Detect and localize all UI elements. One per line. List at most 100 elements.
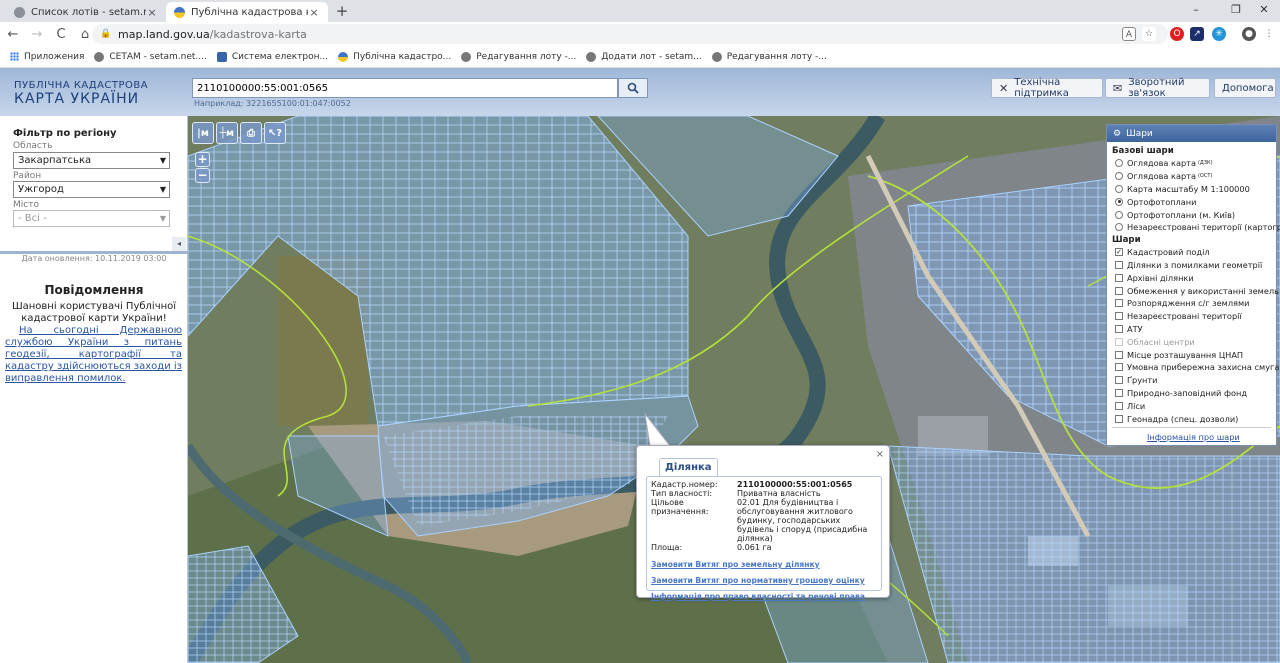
bookmark-apps[interactable]: Приложения	[10, 52, 84, 62]
tab-title: Публічна кадастрова карта Укр	[191, 6, 308, 18]
profile-avatar[interactable]: ●	[1242, 27, 1256, 41]
city-select[interactable]: - Всі - ▼	[13, 210, 170, 227]
checkbox[interactable]	[1115, 260, 1123, 269]
chart-extension-icon[interactable]: ↗	[1190, 27, 1204, 41]
bookmark-item[interactable]: Редагування лоту -...	[461, 51, 576, 62]
reload-button[interactable]: C	[50, 27, 72, 42]
overlay-layer-option[interactable]: Ділянки з помилками геометрії	[1115, 259, 1276, 272]
checkbox[interactable]	[1115, 286, 1123, 295]
base-layer-option[interactable]: Оглядова карта (ОСТ)	[1115, 170, 1276, 183]
close-icon[interactable]: ×	[308, 6, 320, 19]
field-value: 02.01 Для будівництва і обслуговування ж…	[737, 498, 868, 543]
minimize-button[interactable]: –	[1176, 0, 1216, 22]
overlay-layer-option[interactable]: Геонадра (спец. дозволи)	[1115, 412, 1276, 425]
gear-icon: ⚙	[1113, 128, 1122, 139]
identify-button[interactable]: ↖?	[264, 122, 286, 144]
checkbox[interactable]: ✓	[1115, 248, 1123, 257]
overlay-layer-option[interactable]: ✓ Кадастровий поділ	[1115, 246, 1276, 259]
logo-line2: КАРТА УКРАЇНИ	[14, 91, 140, 107]
site-logo[interactable]: ПУБЛІЧНА КАДАСТРОВА КАРТА УКРАЇНИ	[14, 80, 148, 107]
base-layer-option[interactable]: Карта масштабу М 1:100000	[1115, 183, 1276, 196]
overlay-layer-option[interactable]: Умовна прибережна захисна смуга	[1115, 361, 1279, 374]
checkbox[interactable]	[1115, 299, 1123, 308]
bookmark-item[interactable]: СЕТАМ - setam.net....	[94, 51, 207, 62]
overlay-layer-option[interactable]: Ґрунти	[1115, 374, 1276, 387]
radio-button[interactable]	[1115, 223, 1123, 232]
browser-tab-kadastr[interactable]: Публічна кадастрова карта Укр ×	[166, 2, 328, 22]
bookmark-item[interactable]: Публічна кадастро...	[338, 51, 451, 62]
overlay-layer-option[interactable]: Обмеження у використанні земель	[1115, 284, 1279, 297]
checkbox[interactable]	[1115, 312, 1123, 321]
radio-button[interactable]	[1115, 197, 1123, 206]
checkbox[interactable]	[1115, 350, 1123, 359]
close-icon[interactable]: ×	[876, 449, 884, 460]
layers-info-link[interactable]: Інформація про шари	[1147, 432, 1276, 442]
search-hint: Наприклад: 3221655100:01:047:0052	[194, 99, 351, 108]
base-layer-option[interactable]: Незареєстровані території (картограма)	[1115, 221, 1280, 234]
zoom-out-button[interactable]: −	[195, 168, 210, 183]
checkbox[interactable]	[1115, 388, 1123, 397]
extension-icon[interactable]: ✳	[1212, 27, 1226, 41]
window-close-button[interactable]: ✕	[1244, 0, 1280, 22]
bookmark-item[interactable]: Додати лот - setam...	[586, 51, 702, 62]
back-button[interactable]: ←	[2, 27, 24, 42]
region-select[interactable]: Закарпатська ▼	[13, 152, 170, 169]
base-layer-option[interactable]: Ортофотоплани	[1115, 195, 1276, 208]
layers-header[interactable]: ⚙ Шари	[1107, 125, 1276, 142]
measure-area-button[interactable]: ┼м	[216, 122, 238, 144]
overlay-layer-option[interactable]: Незареєстровані території	[1115, 310, 1276, 323]
close-icon[interactable]: ×	[146, 6, 158, 19]
notice-link[interactable]: На сьогодні Державною службою України з …	[5, 325, 182, 385]
bookmark-item[interactable]: Редагування лоту -...	[711, 51, 827, 62]
radio-button[interactable]	[1115, 159, 1123, 168]
checkbox[interactable]	[1115, 273, 1123, 282]
overlay-layer-option[interactable]: Архівні ділянки	[1115, 271, 1276, 284]
parcel-tab[interactable]: Ділянка	[659, 458, 718, 476]
parcel-field: Кадастр.номер: 2110100000:55:001:0565	[651, 480, 877, 489]
overlay-layer-label: Обласні центри	[1127, 336, 1195, 347]
cadastral-search-input[interactable]	[192, 78, 618, 98]
order-extract-link[interactable]: Замовити Витяг про земельну ділянку	[651, 560, 877, 569]
base-layer-option[interactable]: Оглядова карта (ДЗК)	[1115, 157, 1276, 170]
feedback-button[interactable]: ✉ Зворотний зв'язок	[1105, 77, 1210, 99]
checkbox[interactable]	[1115, 324, 1123, 333]
overlay-layer-option: Обласні центри	[1115, 335, 1276, 348]
bookmarks-bar: Приложения СЕТАМ - setam.net.... Система…	[0, 46, 1280, 68]
overlay-layer-option[interactable]: Ліси	[1115, 399, 1276, 412]
forward-button[interactable]: →	[26, 27, 48, 42]
bookmark-item[interactable]: Система електрон...	[216, 51, 328, 62]
collapse-sidebar-button[interactable]: ◂	[172, 237, 186, 251]
print-button[interactable]: ⎙	[240, 122, 262, 144]
help-button[interactable]: Допомога	[1214, 78, 1276, 98]
overlay-layer-option[interactable]: Розпорядження с/г землями	[1115, 297, 1276, 310]
star-icon[interactable]: ☆	[1142, 27, 1156, 41]
zoom-in-button[interactable]: +	[195, 152, 210, 167]
order-valuation-link[interactable]: Замовити Витяг про нормативну грошову оц…	[651, 576, 877, 585]
radio-button[interactable]	[1115, 210, 1123, 219]
browser-tab-setam[interactable]: Список лотів - setam.net.ua ×	[6, 2, 166, 22]
radio-button[interactable]	[1115, 184, 1123, 193]
new-tab-button[interactable]: +	[334, 2, 350, 20]
menu-icon[interactable]: ⋮	[1262, 27, 1276, 41]
update-date: Дата оновлення: 10.11.2019 03:00	[21, 254, 167, 263]
translate-icon[interactable]: A	[1122, 27, 1136, 41]
overlay-layer-option[interactable]: Природно-заповідний фонд	[1115, 387, 1276, 400]
checkbox[interactable]	[1115, 401, 1123, 410]
radio-button[interactable]	[1115, 172, 1123, 181]
checkbox[interactable]	[1115, 363, 1123, 372]
checkbox	[1115, 337, 1123, 346]
search-button[interactable]	[618, 78, 648, 98]
district-select[interactable]: Ужгород ▼	[13, 181, 170, 198]
overlay-layer-option[interactable]: АТУ	[1115, 323, 1276, 336]
checkbox[interactable]	[1115, 376, 1123, 385]
support-button[interactable]: ✕ Технічна підтримка	[991, 77, 1103, 99]
map-view[interactable]: |м ┼м ⎙ ↖? + − ⚙ Шари Базові шари Оглядо…	[188, 116, 1280, 663]
base-layer-source: (ОСТ)	[1197, 173, 1213, 180]
opera-extension-icon[interactable]: O	[1170, 27, 1184, 41]
address-bar[interactable]: 🔒 map.land.gov.ua /kadastrova-karta	[92, 24, 1168, 44]
overlay-layer-option[interactable]: Місце розташування ЦНАП	[1115, 348, 1276, 361]
base-layer-option[interactable]: Ортофотоплани (м. Київ)	[1115, 208, 1276, 221]
measure-distance-button[interactable]: |м	[192, 122, 214, 144]
checkbox[interactable]	[1115, 414, 1123, 423]
ownership-info-link[interactable]: Інформація про право власності та речові…	[651, 592, 877, 601]
